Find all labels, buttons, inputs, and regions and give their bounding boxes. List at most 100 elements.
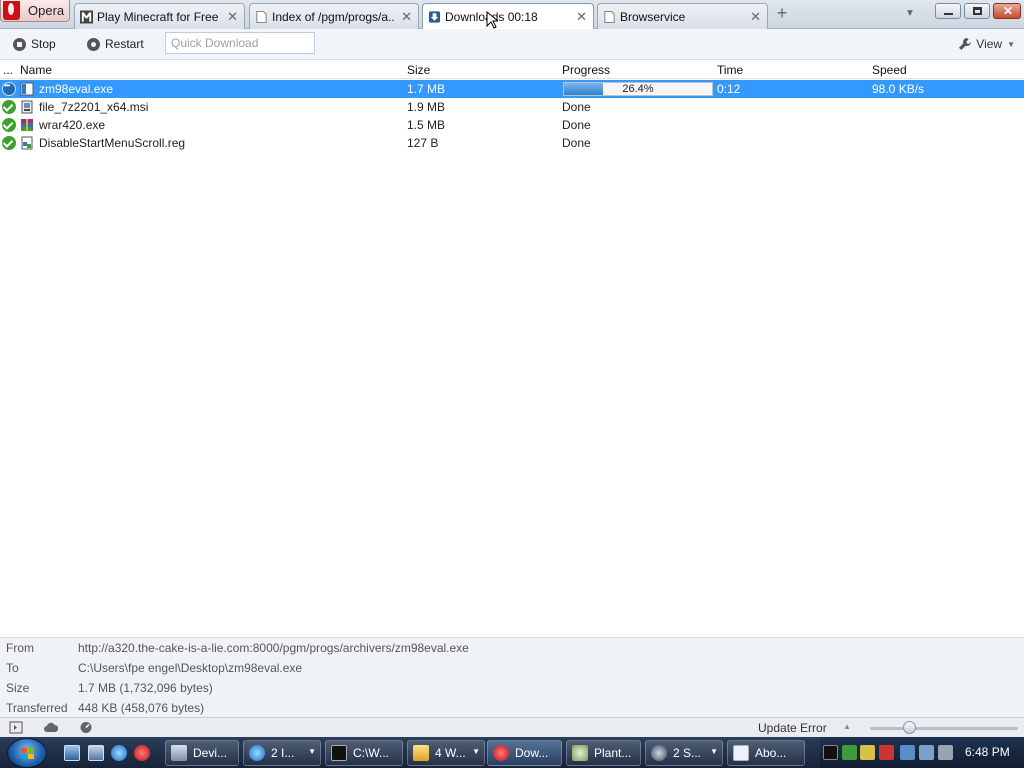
details-to-row: To C:\Users\fpe engel\Desktop\zm98eval.e… bbox=[0, 659, 1024, 677]
taskbar-item-plant[interactable]: Plant... bbox=[566, 740, 641, 766]
taskbar-item-device-manager[interactable]: Devi... bbox=[165, 740, 239, 766]
wrench-icon bbox=[959, 38, 972, 50]
chevron-down-icon[interactable]: ▼ bbox=[903, 8, 917, 20]
registry-file-icon bbox=[21, 136, 33, 150]
download-progress-bar: 26.4% bbox=[563, 82, 713, 96]
stop-button[interactable]: Stop bbox=[13, 36, 56, 52]
from-label: From bbox=[6, 641, 34, 655]
column-size[interactable]: Size bbox=[407, 63, 430, 77]
tab-index[interactable]: Index of /pgm/progs/a... ✕ bbox=[249, 3, 419, 29]
download-icon bbox=[428, 11, 441, 23]
details-size-row: Size 1.7 MB (1,732,096 bytes) bbox=[0, 679, 1024, 697]
minimize-button[interactable] bbox=[935, 3, 961, 19]
taskbar-item-label: Devi... bbox=[193, 746, 228, 760]
taskbar-item-internet-explorer[interactable]: 2 I... ▼ bbox=[243, 740, 321, 766]
tab-downloads[interactable]: Downloads 00:18 ✕ bbox=[422, 3, 594, 30]
progress-status: Done bbox=[562, 136, 591, 150]
column-name[interactable]: Name bbox=[20, 63, 52, 77]
taskbar-item-label: Plant... bbox=[594, 746, 632, 760]
column-speed[interactable]: Speed bbox=[872, 63, 907, 77]
file-name: file_7z2201_x64.msi bbox=[39, 100, 149, 114]
switch-windows-icon[interactable] bbox=[88, 745, 104, 761]
column-time[interactable]: Time bbox=[717, 63, 743, 77]
chevron-down-icon: ▼ bbox=[1007, 39, 1015, 49]
show-desktop-icon[interactable] bbox=[64, 745, 80, 761]
chevron-up-icon[interactable]: ▲ bbox=[843, 722, 851, 731]
tab-title: Play Minecraft for Free ... bbox=[97, 9, 222, 24]
page-icon bbox=[256, 10, 267, 23]
done-check-icon bbox=[2, 100, 16, 114]
taskbar-item-opera[interactable]: Dow... bbox=[487, 740, 562, 766]
windows-logo-icon bbox=[21, 748, 35, 760]
taskbar-item-label: Dow... bbox=[515, 746, 549, 760]
zoom-slider-handle[interactable] bbox=[903, 721, 916, 734]
new-tab-button[interactable]: + bbox=[773, 4, 791, 23]
download-row[interactable]: wrar420.exe 1.5 MB Done bbox=[0, 116, 1024, 134]
close-icon[interactable]: ✕ bbox=[750, 9, 761, 25]
size-label: Size bbox=[6, 681, 30, 695]
security-shield-icon[interactable] bbox=[860, 745, 875, 760]
taskbar-item-label: Abo... bbox=[755, 746, 787, 760]
size-value: 1.7 MB (1,732,096 bytes) bbox=[78, 681, 213, 695]
close-icon[interactable]: ✕ bbox=[576, 9, 587, 25]
start-button[interactable] bbox=[7, 738, 47, 768]
opera-icon bbox=[493, 745, 509, 761]
gamepad-icon[interactable] bbox=[823, 745, 838, 760]
display-icon[interactable] bbox=[900, 745, 915, 760]
network-icon[interactable] bbox=[919, 745, 934, 760]
volume-icon[interactable] bbox=[938, 745, 953, 760]
internet-explorer-icon[interactable] bbox=[111, 745, 127, 761]
close-icon[interactable]: ✕ bbox=[227, 9, 238, 25]
restart-icon bbox=[87, 37, 100, 51]
download-details-panel: From http://a320.the-cake-is-a-lie.com:8… bbox=[0, 637, 1024, 717]
taskbar-item-label: 2 I... bbox=[271, 746, 295, 760]
msi-file-icon bbox=[21, 100, 33, 114]
panel-toggle-icon[interactable] bbox=[9, 721, 23, 734]
to-value[interactable]: C:\Users\fpe engel\Desktop\zm98eval.exe bbox=[78, 661, 302, 675]
from-value[interactable]: http://a320.the-cake-is-a-lie.com:8000/p… bbox=[78, 641, 469, 655]
download-row[interactable]: file_7z2201_x64.msi 1.9 MB Done bbox=[0, 98, 1024, 116]
downloads-table-header: ... Name Size Progress Time Speed bbox=[0, 61, 1024, 79]
zoom-slider[interactable] bbox=[870, 727, 1018, 730]
exe-file-icon bbox=[20, 82, 34, 96]
taskbar-item-explorer[interactable]: 4 W... ▼ bbox=[407, 740, 485, 766]
steam-icon bbox=[651, 745, 667, 761]
taskbar-clock[interactable]: 6:48 PM bbox=[965, 745, 1010, 759]
column-options[interactable]: ... bbox=[3, 63, 13, 77]
chevron-down-icon: ▼ bbox=[308, 747, 316, 756]
status-bar: Update Error ▲ bbox=[0, 717, 1024, 737]
window-icon bbox=[733, 745, 749, 761]
column-progress[interactable]: Progress bbox=[562, 63, 610, 77]
done-check-icon bbox=[2, 118, 16, 132]
quick-download-input[interactable] bbox=[165, 32, 315, 54]
done-check-icon bbox=[2, 136, 16, 150]
mouse-cursor-icon bbox=[486, 11, 498, 29]
turbo-icon[interactable] bbox=[79, 721, 93, 734]
opera-icon[interactable] bbox=[134, 745, 150, 761]
close-icon[interactable]: ✕ bbox=[401, 9, 412, 25]
transferred-label: Transferred bbox=[6, 701, 68, 715]
update-status-text[interactable]: Update Error bbox=[758, 721, 827, 735]
download-row[interactable]: zm98eval.exe 1.7 MB 26.4% 0:12 98.0 KB/s bbox=[0, 80, 1024, 98]
close-window-button[interactable]: ✕ bbox=[993, 3, 1021, 19]
alert-icon[interactable] bbox=[879, 745, 894, 760]
downloads-toolbar: Stop Restart bbox=[0, 29, 1024, 60]
taskbar-item-console[interactable]: C:\W... bbox=[325, 740, 403, 766]
file-name: zm98eval.exe bbox=[39, 82, 114, 96]
tab-browservice[interactable]: Browservice ✕ bbox=[597, 3, 768, 29]
opera-menu-button[interactable]: Opera bbox=[0, 0, 70, 22]
taskbar-item-steam[interactable]: 2 S... ▼ bbox=[645, 740, 723, 766]
details-from-row: From http://a320.the-cake-is-a-lie.com:8… bbox=[0, 639, 1024, 657]
cloud-icon[interactable] bbox=[44, 721, 58, 734]
maximize-button[interactable] bbox=[964, 3, 990, 19]
taskbar-item-about[interactable]: Abo... bbox=[727, 740, 805, 766]
winrar-file-icon bbox=[21, 119, 33, 131]
view-button[interactable]: View ▼ bbox=[958, 37, 1015, 51]
progress-status: Done bbox=[562, 100, 591, 114]
network-share-icon[interactable] bbox=[842, 745, 857, 760]
opera-logo-icon bbox=[3, 1, 20, 20]
restart-button[interactable]: Restart bbox=[87, 36, 144, 52]
download-row[interactable]: DisableStartMenuScroll.reg 127 B Done bbox=[0, 134, 1024, 152]
tab-minecraft[interactable]: Play Minecraft for Free ... ✕ bbox=[74, 3, 245, 29]
chevron-down-icon: ▼ bbox=[710, 747, 718, 756]
